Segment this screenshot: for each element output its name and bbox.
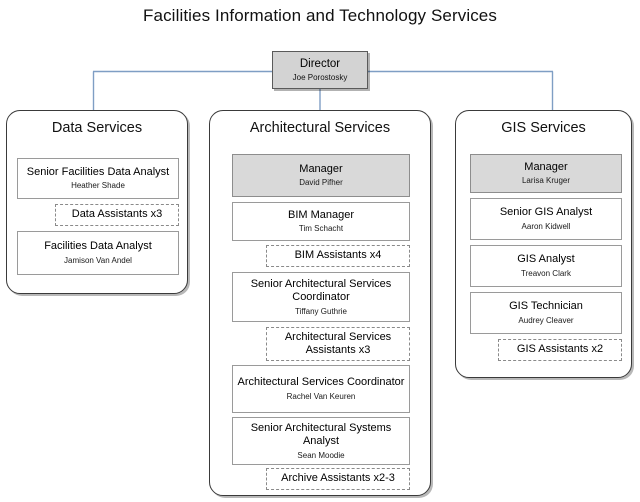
department-data-services[interactable]: Data Services Senior Facilities Data Ana… [6, 110, 188, 294]
role-title: BIM Assistants x4 [294, 249, 382, 262]
director-role: Director [299, 57, 341, 70]
role-title: Facilities Data Analyst [44, 240, 152, 253]
role-person: Sean Moodie [297, 450, 345, 460]
role-title: GIS Technician [509, 300, 583, 313]
role-person: Treavon Clark [521, 268, 571, 278]
role-title: Senior Facilities Data Analyst [26, 165, 170, 178]
department-architectural-services[interactable]: Architectural Services Manager David Pif… [209, 110, 431, 496]
role-person: Jamison Van Andel [64, 255, 132, 265]
role-person: David Pifher [299, 178, 343, 188]
department-title-gis-services: GIS Services [501, 120, 586, 136]
role-title: Manager [524, 160, 568, 173]
role-box-bim-manager[interactable]: BIM Manager Tim Schacht [232, 202, 410, 241]
role-box-gis-technician[interactable]: GIS Technician Audrey Cleaver [470, 292, 622, 334]
role-box-senior-architectural-systems-analyst[interactable]: Senior Architectural Systems Analyst Sea… [232, 417, 410, 465]
director-node[interactable]: Director Joe Porostosky [272, 51, 368, 89]
role-title: Senior GIS Analyst [499, 206, 593, 219]
role-box-gis-analyst[interactable]: GIS Analyst Treavon Clark [470, 245, 622, 287]
role-box-architectural-services-coordinator[interactable]: Architectural Services Coordinator Rache… [232, 365, 410, 413]
role-title: GIS Assistants x2 [516, 343, 604, 356]
department-title-architectural-services: Architectural Services [249, 120, 391, 136]
role-box-senior-architectural-services-coordinator[interactable]: Senior Architectural Services Coordinato… [232, 272, 410, 322]
role-box-architectural-services-assistants[interactable]: Architectural Services Assistants x3 [266, 327, 410, 361]
role-person: Tim Schacht [298, 224, 344, 234]
role-box-senior-facilities-data-analyst[interactable]: Senior Facilities Data Analyst Heather S… [17, 158, 179, 199]
role-person: Audrey Cleaver [518, 315, 574, 325]
role-box-bim-assistants[interactable]: BIM Assistants x4 [266, 245, 410, 267]
role-title: Senior Architectural Services Coordinato… [250, 277, 392, 304]
role-box-architectural-manager[interactable]: Manager David Pifher [232, 154, 410, 197]
role-box-gis-manager[interactable]: Manager Larisa Kruger [470, 154, 622, 193]
org-chart-canvas: Facilities Information and Technology Se… [0, 0, 640, 502]
role-box-data-assistants[interactable]: Data Assistants x3 [55, 204, 179, 226]
role-person: Tiffany Guthrie [294, 306, 348, 316]
role-person: Rachel Van Keuren [286, 391, 356, 401]
role-title: GIS Analyst [517, 253, 575, 266]
role-person: Aaron Kidwell [521, 221, 571, 231]
role-title: Architectural Services Coordinator [237, 376, 405, 389]
role-box-gis-assistants[interactable]: GIS Assistants x2 [498, 339, 622, 361]
role-title: Senior Architectural Systems Analyst [250, 421, 392, 448]
role-title: Data Assistants x3 [71, 208, 163, 221]
role-person: Heather Shade [71, 181, 125, 191]
role-box-facilities-data-analyst[interactable]: Facilities Data Analyst Jamison Van Ande… [17, 231, 179, 275]
director-person: Joe Porostosky [292, 72, 348, 82]
role-title: Architectural Services Assistants x3 [284, 330, 392, 357]
department-title-data-services: Data Services [51, 120, 143, 136]
role-title: BIM Manager [287, 208, 355, 221]
role-box-archive-assistants[interactable]: Archive Assistants x2-3 [266, 468, 410, 490]
role-box-senior-gis-analyst[interactable]: Senior GIS Analyst Aaron Kidwell [470, 198, 622, 240]
role-title: Archive Assistants x2-3 [281, 472, 395, 485]
page-title: Facilities Information and Technology Se… [143, 6, 497, 25]
role-person: Larisa Kruger [521, 176, 571, 186]
role-title: Manager [299, 162, 343, 175]
department-gis-services[interactable]: GIS Services Manager Larisa Kruger Senio… [455, 110, 632, 378]
